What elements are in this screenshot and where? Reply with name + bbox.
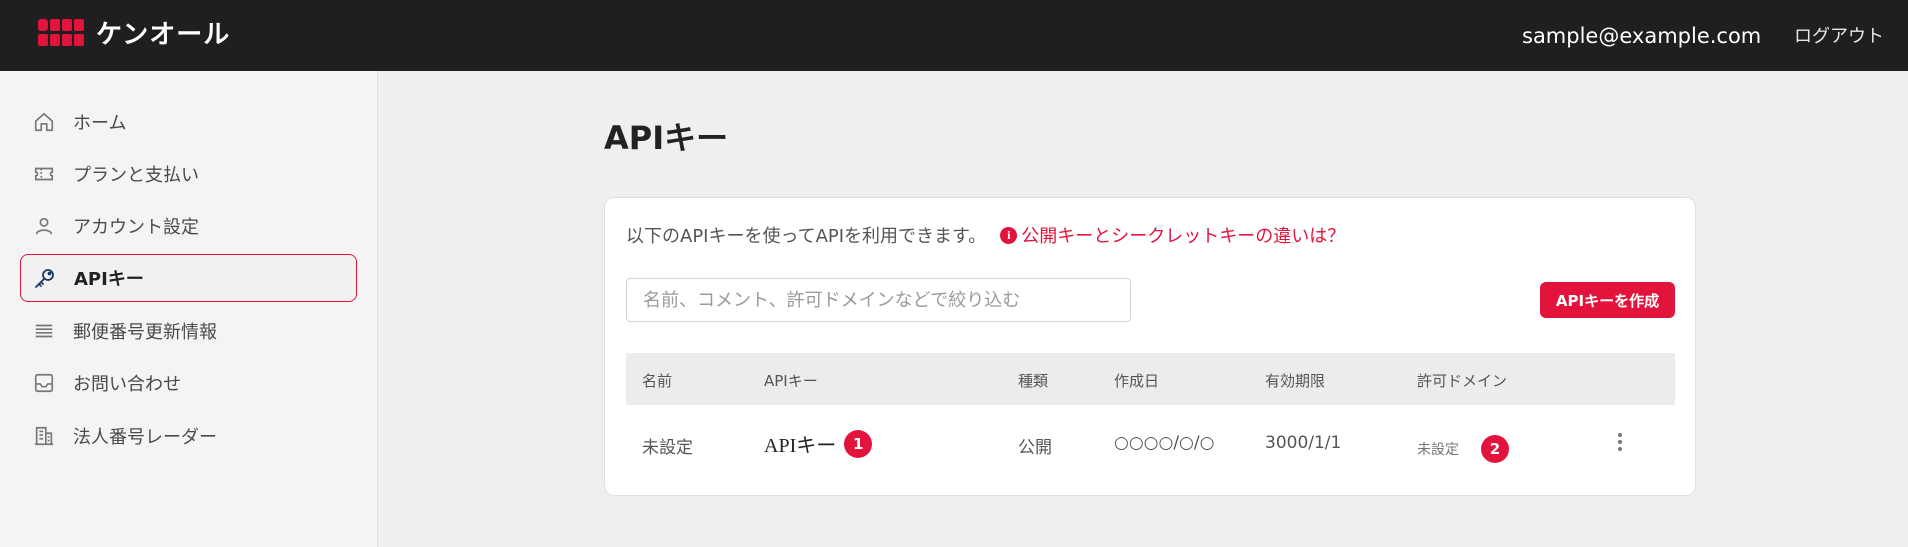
sidebar-item-account[interactable]: アカウント設定 bbox=[20, 202, 357, 250]
column-header-api-key: APIキー bbox=[764, 372, 818, 390]
intro-description: 以下のAPIキーを使ってAPIを利用できます。 bbox=[626, 226, 987, 247]
sidebar-item-api-keys[interactable]: APIキー bbox=[20, 254, 357, 302]
brand-logo[interactable]: ケンオール bbox=[38, 16, 231, 50]
table-header: 名前 APIキー 種類 作成日 有効期限 許可ドメイン bbox=[626, 353, 1675, 405]
column-header-type: 種類 bbox=[1018, 372, 1049, 390]
building-icon bbox=[32, 424, 56, 448]
sidebar-item-contact[interactable]: お問い合わせ bbox=[20, 359, 357, 407]
top-bar: ケンオール sample@example.com ログアウト bbox=[0, 0, 1908, 71]
logo-mark-icon bbox=[38, 17, 86, 47]
home-icon bbox=[32, 110, 56, 134]
column-header-name: 名前 bbox=[642, 372, 673, 390]
sidebar-item-label: 郵便番号更新情報 bbox=[73, 322, 217, 343]
intro-text: 以下のAPIキーを使ってAPIを利用できます。 i 公開キーとシークレットキーの… bbox=[626, 222, 1345, 248]
column-header-expires: 有効期限 bbox=[1265, 372, 1326, 390]
annotation-badge-1: 1 bbox=[844, 429, 873, 458]
sidebar-item-label: アカウント設定 bbox=[73, 217, 199, 238]
filter-input[interactable] bbox=[626, 278, 1131, 322]
cell-domain: 未設定 2 bbox=[1417, 435, 1509, 463]
domain-value: 未設定 bbox=[1417, 442, 1459, 458]
inbox-icon bbox=[32, 371, 56, 395]
cell-created: ○○○○/○/○ bbox=[1114, 433, 1215, 453]
user-email: sample@example.com bbox=[1522, 24, 1762, 48]
sidebar-item-label: 法人番号レーダー bbox=[73, 427, 217, 448]
list-icon bbox=[32, 319, 56, 343]
logout-link[interactable]: ログアウト bbox=[1794, 22, 1884, 48]
api-keys-table: 名前 APIキー 種類 作成日 有効期限 許可ドメイン 未設定 APIキー 1 … bbox=[626, 353, 1675, 479]
sidebar-item-label: APIキー bbox=[74, 269, 144, 290]
info-icon: i bbox=[1000, 226, 1018, 244]
sidebar: ホーム プランと支払い アカウント設定 APIキー 郵便番号更新情報 お問い合わ… bbox=[0, 71, 378, 547]
sidebar-item-postal-updates[interactable]: 郵便番号更新情報 bbox=[20, 307, 357, 355]
sidebar-item-label: お問い合わせ bbox=[73, 374, 181, 395]
page-title: APIキー bbox=[604, 119, 729, 157]
table-row[interactable]: 未設定 APIキー 1 公開 ○○○○/○/○ 3000/1/1 未設定 2 bbox=[626, 405, 1675, 479]
key-icon bbox=[33, 266, 57, 290]
sidebar-item-label: ホーム bbox=[73, 113, 127, 134]
sidebar-item-plan[interactable]: プランと支払い bbox=[20, 150, 357, 198]
row-menu-kebab-icon[interactable] bbox=[1605, 427, 1635, 457]
api-keys-card: 以下のAPIキーを使ってAPIを利用できます。 i 公開キーとシークレットキーの… bbox=[604, 197, 1696, 496]
user-icon bbox=[32, 214, 56, 238]
column-header-domain: 許可ドメイン bbox=[1417, 372, 1508, 390]
key-difference-link[interactable]: i 公開キーとシークレットキーの違いは？ bbox=[1000, 222, 1345, 248]
cell-api-key: APIキー 1 bbox=[764, 429, 873, 458]
cell-type: 公開 bbox=[1018, 438, 1052, 458]
ticket-icon bbox=[32, 162, 56, 186]
annotation-badge-2: 2 bbox=[1481, 435, 1509, 463]
brand-name: ケンオール bbox=[96, 19, 231, 50]
cell-expires: 3000/1/1 bbox=[1265, 433, 1342, 453]
sidebar-item-label: プランと支払い bbox=[73, 165, 199, 186]
sidebar-item-home[interactable]: ホーム bbox=[20, 98, 357, 146]
cell-name: 未設定 bbox=[642, 438, 693, 458]
column-header-created: 作成日 bbox=[1114, 372, 1160, 390]
key-difference-link-label: 公開キーとシークレットキーの違いは？ bbox=[1021, 226, 1346, 247]
sidebar-item-corporate-radar[interactable]: 法人番号レーダー bbox=[20, 412, 357, 460]
create-api-key-button[interactable]: APIキーを作成 bbox=[1540, 282, 1675, 318]
api-key-value: APIキー bbox=[764, 435, 837, 457]
